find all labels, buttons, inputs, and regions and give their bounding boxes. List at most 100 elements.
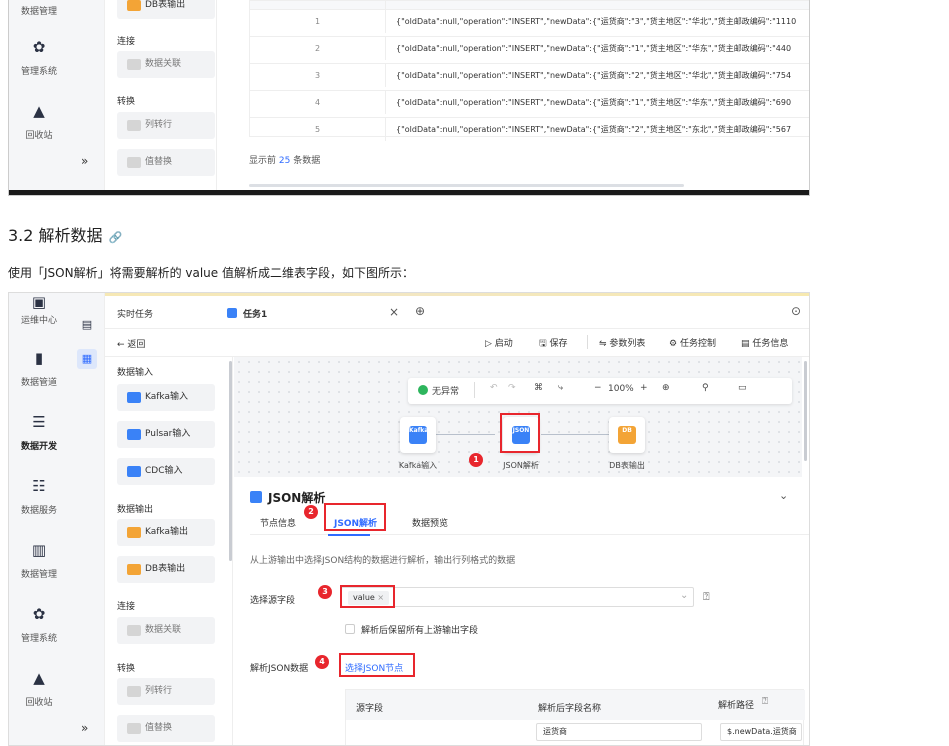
help-icon[interactable]: ⍰ bbox=[762, 696, 768, 707]
redo-icon[interactable]: ↷ bbox=[508, 383, 516, 393]
edge-json-db bbox=[541, 434, 609, 435]
step-badge: 3 bbox=[318, 585, 332, 599]
highlight-box-node bbox=[500, 413, 540, 453]
palette-scrollbar[interactable] bbox=[229, 361, 232, 561]
palette-item-replace[interactable]: 值替换 bbox=[117, 715, 215, 742]
table-row: 3 {"oldData":null,"operation":"INSERT","n… bbox=[250, 63, 809, 87]
table-header: 源字段 解析后字段名称 解析路径 ⍰ bbox=[346, 690, 805, 720]
tab-node-info[interactable]: 节点信息 bbox=[260, 513, 296, 535]
palette-item-pulsar-input[interactable]: Pulsar输入 bbox=[117, 421, 215, 448]
horizontal-scrollbar[interactable] bbox=[249, 184, 684, 187]
keep-fields-label: 解析后保留所有上游输出字段 bbox=[361, 626, 479, 636]
close-icon[interactable]: × bbox=[389, 305, 399, 319]
sidebar-item-ops[interactable]: ▣ 运维中心 bbox=[9, 293, 69, 326]
start-button[interactable]: ▷ 启动 bbox=[485, 336, 513, 349]
info-button[interactable]: ▤ 任务信息 bbox=[741, 336, 788, 349]
palette-item-join[interactable]: 数据关联 bbox=[117, 51, 215, 78]
task-edit-icon[interactable]: ▦ bbox=[77, 349, 97, 369]
gear-icon: ✿ bbox=[32, 38, 46, 56]
add-tab-icon[interactable]: ⊕ bbox=[415, 304, 425, 318]
top-screenshot: 数据管理 ✿ 管理系统 ▲ 回收站 » DB表输出 连接 数据关联 转换 列转行… bbox=[8, 0, 810, 196]
join-icon bbox=[127, 625, 141, 636]
save-button[interactable]: 🖫 保存 bbox=[539, 336, 568, 352]
table-row: 5 {"oldData":null,"operation":"INSERT","n… bbox=[250, 117, 809, 141]
parse-json-label: 解析JSON数据 bbox=[250, 664, 309, 674]
monitor-icon: ▣ bbox=[31, 293, 47, 311]
edge-kafka-json bbox=[436, 434, 495, 435]
canvas-scrollbar[interactable] bbox=[804, 361, 807, 461]
params-button[interactable]: ⇋ 参数列表 bbox=[599, 336, 645, 349]
field-name-input[interactable]: 运货商 bbox=[536, 723, 702, 741]
divider bbox=[587, 335, 588, 349]
locate-icon[interactable]: ⊕ bbox=[662, 383, 670, 393]
grid-icon[interactable]: ▭ bbox=[738, 383, 747, 393]
divider bbox=[474, 382, 475, 398]
canvas-toolbar: 无异常 ↶ ↷ ⌘ ⤷ − 100% + ⊕ ⚲ ▭ bbox=[408, 378, 792, 404]
palette-item-cdc-input[interactable]: CDC输入 bbox=[117, 458, 215, 485]
tab-realtime[interactable]: 实时任务 bbox=[117, 307, 153, 320]
preview-table: 1 {"oldData":null,"operation":"INSERT","n… bbox=[249, 0, 809, 141]
flow-canvas[interactable]: 无异常 ↶ ↷ ⌘ ⤷ − 100% + ⊕ ⚲ ▭ Kafka Kafka输入… bbox=[234, 357, 802, 477]
tab-data-preview[interactable]: 数据预览 bbox=[412, 513, 448, 535]
palette-item-label: 值替换 bbox=[145, 723, 173, 733]
row-col-icon bbox=[127, 686, 141, 697]
heading-text: 3.2 解析数据 bbox=[8, 226, 103, 245]
control-button[interactable]: ⚙ 任务控制 bbox=[669, 336, 716, 349]
sidebar-item-data-management[interactable]: ▥ 数据管理 bbox=[9, 541, 69, 580]
help-icon[interactable]: ⍰ bbox=[703, 590, 710, 604]
palette-item-db-output[interactable]: DB表输出 bbox=[117, 0, 215, 19]
collapse-button[interactable]: » bbox=[81, 721, 88, 735]
sidebar-item-recycle[interactable]: ▲ 回收站 bbox=[9, 102, 69, 141]
chevron-down-icon[interactable]: ⌄ bbox=[779, 489, 788, 502]
params-label: 参数列表 bbox=[609, 339, 646, 349]
zoom-out-icon[interactable]: − bbox=[594, 383, 602, 393]
dev-icon: ☰ bbox=[32, 413, 46, 431]
parse-path-input[interactable]: $.newData.运货商 bbox=[720, 723, 802, 741]
palette-item-row-to-col[interactable]: 列转行 bbox=[117, 112, 215, 139]
palette-item-label: DB表输出 bbox=[145, 0, 186, 10]
row-col-icon bbox=[127, 120, 141, 131]
node-db-output[interactable]: DB bbox=[609, 417, 645, 453]
search-icon[interactable]: ⚲ bbox=[702, 383, 709, 393]
undo-icon[interactable]: ↶ bbox=[490, 383, 498, 393]
palette-item-join[interactable]: 数据关联 bbox=[117, 617, 215, 644]
row-value: {"oldData":null,"operation":"INSERT","ne… bbox=[396, 44, 792, 53]
task-list-icon[interactable]: ▤ bbox=[77, 315, 97, 335]
step-badge: 1 bbox=[469, 453, 483, 467]
tab-task1[interactable]: 任务1 bbox=[243, 307, 267, 320]
fit-icon[interactable]: ⌘ bbox=[534, 383, 543, 393]
palette-item-replace[interactable]: 值替换 bbox=[117, 149, 215, 176]
sidebar-item-admin[interactable]: ✿ 管理系统 bbox=[9, 605, 69, 644]
more-icon[interactable]: ⊙ bbox=[791, 304, 801, 318]
sidebar-item-admin[interactable]: ✿ 管理系统 bbox=[9, 38, 69, 77]
sidebar-item-dev[interactable]: ☰ 数据开发 bbox=[9, 413, 69, 452]
sidebar-item-label: 管理系统 bbox=[20, 634, 57, 644]
node-label: Kafka输入 bbox=[398, 461, 438, 470]
collapse-button[interactable]: » bbox=[81, 154, 88, 168]
sidebar-item-recycle[interactable]: ▲ 回收站 bbox=[9, 669, 69, 708]
menu-column: ▤ ▦ » bbox=[69, 293, 105, 745]
recycle-icon: ▲ bbox=[33, 102, 45, 120]
sidebar-item-pipeline[interactable]: ▮ 数据管道 bbox=[9, 349, 69, 388]
sidebar-item-data-management[interactable]: 数据管理 bbox=[9, 4, 69, 17]
keep-fields-checkbox[interactable] bbox=[345, 624, 355, 634]
sidebar-item-label: 数据管道 bbox=[20, 378, 57, 388]
sidebar-item-label: 数据管理 bbox=[20, 7, 57, 17]
highlight-box-link bbox=[339, 653, 415, 677]
palette-item-label: Pulsar输入 bbox=[145, 429, 191, 439]
chevron-down-icon[interactable]: ⌄ bbox=[680, 590, 688, 601]
anchor-link-icon[interactable]: 🔗 bbox=[109, 231, 123, 244]
check-icon bbox=[418, 385, 428, 395]
back-button[interactable]: ← 返回 bbox=[117, 337, 145, 350]
sidebar-item-label: 回收站 bbox=[25, 131, 53, 141]
palette-item-row-to-col[interactable]: 列转行 bbox=[117, 678, 215, 705]
db-icon bbox=[127, 564, 141, 575]
palette-item-db-output[interactable]: DB表输出 bbox=[117, 556, 215, 583]
node-kafka-input[interactable]: Kafka bbox=[400, 417, 436, 453]
palette-item-kafka-output[interactable]: Kafka输出 bbox=[117, 519, 215, 546]
zoom-in-icon[interactable]: + bbox=[640, 383, 648, 393]
layout-icon[interactable]: ⤷ bbox=[558, 383, 563, 393]
palette-item-kafka-input[interactable]: Kafka输入 bbox=[117, 384, 215, 411]
frame-bottom-border bbox=[9, 190, 809, 195]
sidebar-item-service[interactable]: ☷ 数据服务 bbox=[9, 477, 69, 516]
